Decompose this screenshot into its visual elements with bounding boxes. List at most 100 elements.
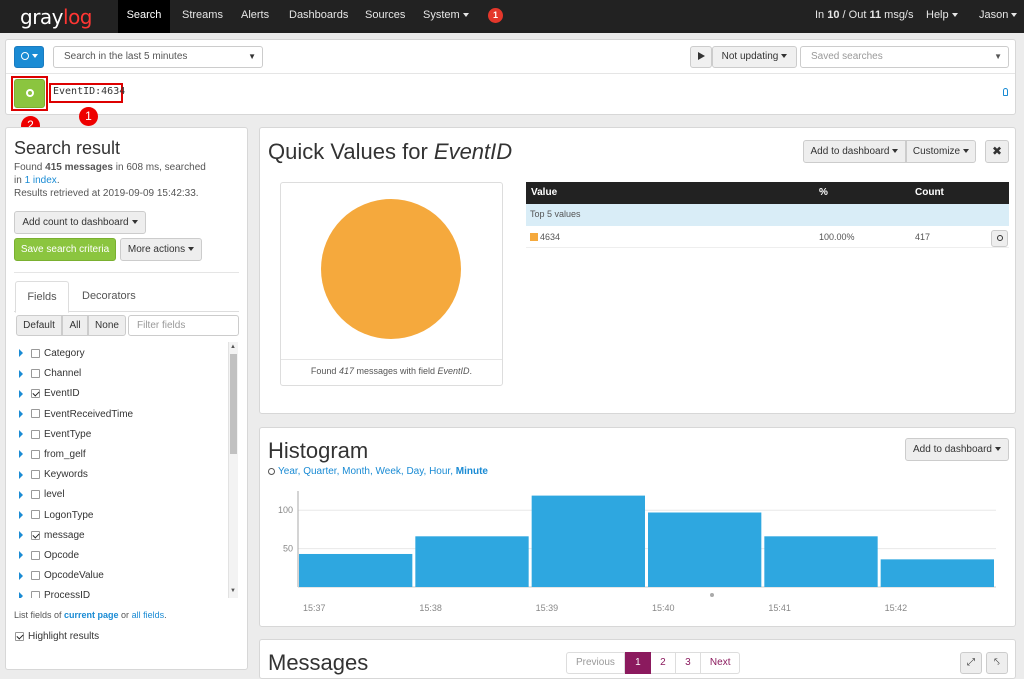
field-item[interactable]: message bbox=[19, 530, 85, 548]
nav-sources[interactable]: Sources bbox=[365, 0, 405, 33]
checkbox-icon[interactable] bbox=[31, 530, 40, 540]
highlight-results-toggle[interactable]: Highlight results bbox=[15, 631, 99, 642]
resolution-hour[interactable]: Hour bbox=[429, 466, 450, 477]
column-header-count[interactable]: Count bbox=[915, 182, 944, 203]
pagination-next[interactable]: Next bbox=[700, 652, 741, 674]
add-count-to-dashboard-button[interactable]: Add count to dashboard bbox=[14, 211, 146, 234]
index-link[interactable]: 1 index bbox=[25, 175, 57, 186]
checkbox-icon[interactable] bbox=[15, 631, 24, 641]
filter-fields-input[interactable]: Filter fields bbox=[128, 315, 239, 336]
expand-arrow-icon[interactable] bbox=[19, 349, 23, 358]
resolution-year[interactable]: Year bbox=[278, 466, 298, 477]
field-item[interactable]: LogonType bbox=[19, 510, 94, 528]
expand-arrow-icon[interactable] bbox=[19, 369, 23, 378]
filter-none-button[interactable]: None bbox=[88, 315, 126, 336]
field-item[interactable]: Opcode bbox=[19, 550, 79, 568]
time-range-select[interactable]: Search in the last 5 minutes ▼ bbox=[53, 46, 263, 68]
nav-system[interactable]: System bbox=[423, 0, 469, 33]
expand-arrow-icon[interactable] bbox=[19, 591, 23, 598]
field-item[interactable]: Category bbox=[19, 348, 85, 366]
checkbox-icon[interactable] bbox=[31, 389, 40, 399]
fields-scrollbar[interactable]: ▲ ▼ bbox=[228, 342, 238, 598]
tab-decorators[interactable]: Decorators bbox=[82, 281, 136, 312]
resolution-quarter[interactable]: Quarter bbox=[303, 466, 336, 477]
time-range-type-button[interactable] bbox=[14, 46, 44, 68]
saved-searches-select[interactable]: Saved searches ▼ bbox=[800, 46, 1009, 68]
filter-all-button[interactable]: All bbox=[62, 315, 88, 336]
field-item[interactable]: Channel bbox=[19, 368, 81, 386]
resolution-week[interactable]: Week bbox=[376, 466, 401, 477]
expand-icon[interactable]: ⤢ bbox=[960, 652, 982, 674]
checkbox-icon[interactable] bbox=[31, 470, 40, 480]
field-item[interactable]: Keywords bbox=[19, 469, 88, 487]
more-actions-button[interactable]: More actions bbox=[120, 238, 202, 261]
checkbox-icon[interactable] bbox=[31, 490, 40, 500]
pagination-page-1[interactable]: 1 bbox=[624, 652, 651, 674]
filter-default-button[interactable]: Default bbox=[16, 315, 62, 336]
expand-arrow-icon[interactable] bbox=[19, 409, 23, 418]
expand-arrow-icon[interactable] bbox=[19, 389, 23, 398]
field-item[interactable]: level bbox=[19, 489, 65, 507]
pagination-previous[interactable]: Previous bbox=[566, 652, 625, 674]
field-item[interactable]: OpcodeValue bbox=[19, 570, 104, 588]
column-header-percent[interactable]: % bbox=[819, 182, 828, 203]
lightbulb-icon[interactable] bbox=[1003, 88, 1008, 96]
range-handle-icon[interactable] bbox=[710, 593, 714, 597]
histogram-bar[interactable] bbox=[648, 512, 762, 587]
field-item[interactable]: EventReceivedTime bbox=[19, 409, 133, 427]
expand-arrow-icon[interactable] bbox=[19, 430, 23, 439]
resolution-day[interactable]: Day bbox=[406, 466, 423, 477]
collapse-icon[interactable]: ⤣ bbox=[986, 652, 1008, 674]
nav-help[interactable]: Help bbox=[926, 0, 958, 33]
nav-streams[interactable]: Streams bbox=[182, 0, 223, 33]
graylog-logo[interactable]: graylog bbox=[20, 5, 93, 29]
expand-arrow-icon[interactable] bbox=[19, 551, 23, 560]
search-submit-button[interactable] bbox=[14, 79, 45, 108]
tab-fields[interactable]: Fields bbox=[15, 281, 69, 313]
expand-arrow-icon[interactable] bbox=[19, 470, 23, 479]
field-item[interactable]: EventID bbox=[19, 388, 80, 406]
customize-button[interactable]: Customize bbox=[906, 140, 976, 163]
search-query-input[interactable]: EventID:4634 bbox=[53, 86, 125, 97]
checkbox-icon[interactable] bbox=[31, 571, 40, 581]
nav-alerts[interactable]: Alerts bbox=[241, 0, 269, 33]
expand-arrow-icon[interactable] bbox=[19, 450, 23, 459]
checkbox-icon[interactable] bbox=[31, 369, 40, 379]
histogram-bar[interactable] bbox=[880, 559, 994, 587]
scrollbar-thumb[interactable] bbox=[230, 354, 237, 454]
checkbox-icon[interactable] bbox=[31, 550, 40, 560]
expand-arrow-icon[interactable] bbox=[19, 510, 23, 519]
field-item[interactable]: ProcessID bbox=[19, 590, 90, 598]
pie-slice-4634[interactable] bbox=[321, 199, 461, 339]
expand-arrow-icon[interactable] bbox=[19, 571, 23, 580]
quick-values-add-to-dashboard-button[interactable]: Add to dashboard bbox=[803, 140, 906, 163]
zoom-in-icon[interactable] bbox=[991, 230, 1008, 247]
nav-search[interactable]: Search bbox=[118, 0, 170, 33]
expand-arrow-icon[interactable] bbox=[19, 490, 23, 499]
nav-user[interactable]: Jason bbox=[979, 0, 1018, 33]
histogram-bar[interactable] bbox=[764, 536, 878, 587]
all-fields-link[interactable]: all fields bbox=[132, 610, 165, 620]
expand-arrow-icon[interactable] bbox=[19, 531, 23, 540]
notification-badge[interactable]: 1 bbox=[488, 8, 503, 23]
nav-dashboards[interactable]: Dashboards bbox=[289, 0, 348, 33]
scroll-down-icon[interactable]: ▼ bbox=[230, 588, 236, 594]
resolution-month[interactable]: Month bbox=[342, 466, 370, 477]
scroll-up-icon[interactable]: ▲ bbox=[230, 344, 236, 350]
histogram-bar[interactable] bbox=[415, 536, 529, 587]
close-icon[interactable]: ✖ bbox=[985, 140, 1009, 163]
histogram-bar[interactable] bbox=[531, 495, 645, 587]
checkbox-icon[interactable] bbox=[31, 510, 40, 520]
checkbox-icon[interactable] bbox=[31, 409, 40, 419]
histogram-add-to-dashboard-button[interactable]: Add to dashboard bbox=[905, 438, 1009, 461]
pagination-page-2[interactable]: 2 bbox=[650, 652, 676, 674]
histogram-bar[interactable] bbox=[299, 553, 413, 587]
checkbox-icon[interactable] bbox=[31, 348, 40, 358]
save-search-criteria-button[interactable]: Save search criteria bbox=[14, 238, 116, 261]
refresh-interval-dropdown[interactable]: Not updating bbox=[712, 46, 797, 68]
pagination-page-3[interactable]: 3 bbox=[675, 652, 701, 674]
field-item[interactable]: EventType bbox=[19, 429, 91, 447]
play-button[interactable] bbox=[690, 46, 712, 68]
current-page-link[interactable]: current page bbox=[64, 610, 119, 620]
column-header-value[interactable]: Value bbox=[531, 182, 557, 203]
